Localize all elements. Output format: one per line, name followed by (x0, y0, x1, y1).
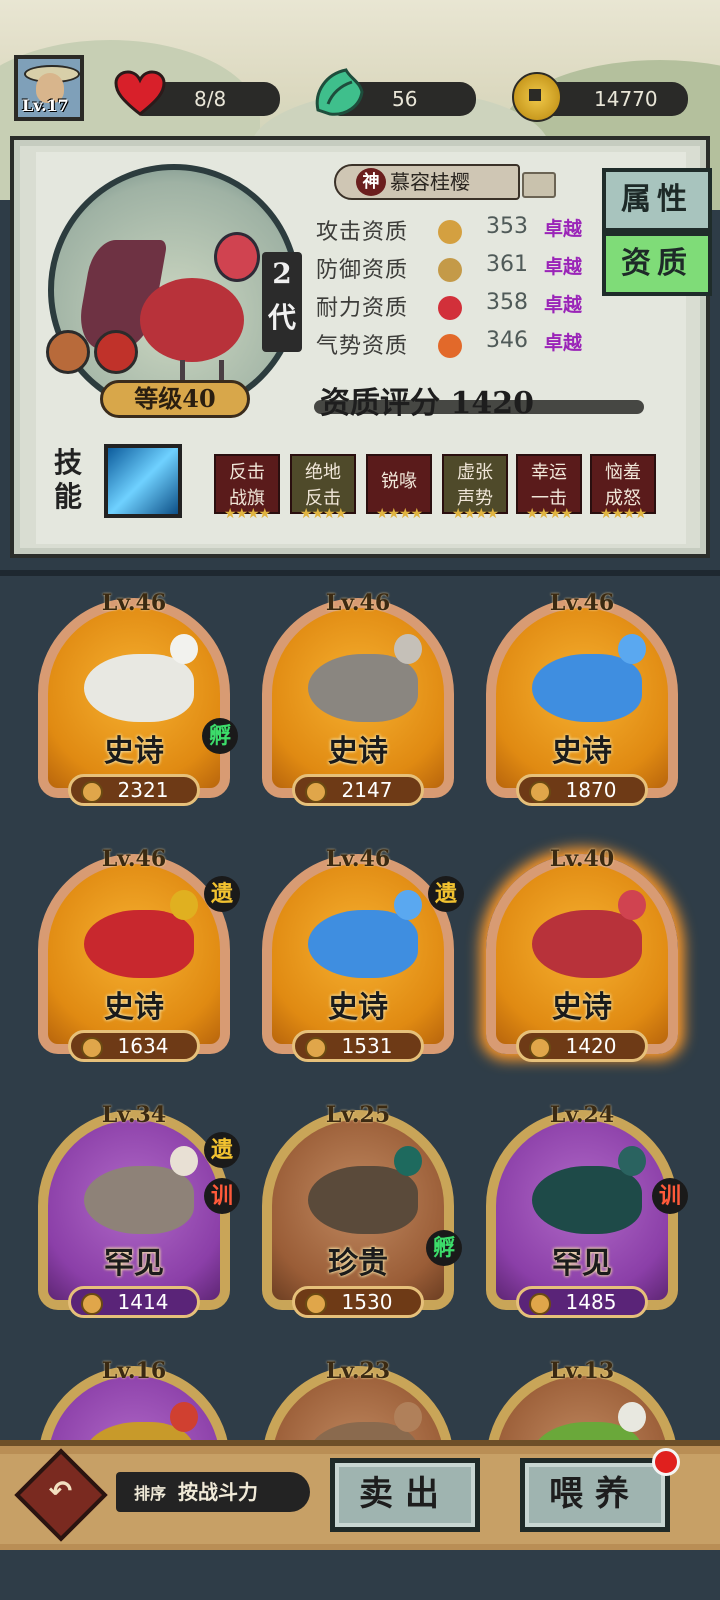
rooster-card[interactable]: Lv.34 罕见 1414 遗 训 (24, 1096, 244, 1336)
player-level: Lv.17 (22, 96, 69, 115)
attr-momentum: 气势资质 346 卓越 (316, 328, 583, 359)
coin-icon (512, 72, 562, 122)
skill-sharp-beak[interactable]: 锐喙 (366, 454, 432, 514)
stamina-icon (438, 296, 462, 320)
hatch-tag: 孵 (202, 718, 238, 754)
sell-button[interactable]: 卖出 (330, 1458, 480, 1532)
rooster-card[interactable]: Lv.24 罕见 1485 训 (472, 1096, 692, 1336)
trained-tag: 训 (204, 1178, 240, 1214)
rooster-card[interactable]: Lv.46 史诗 2321 孵 (24, 584, 244, 824)
aptitude-score: 资质评分 1420 (314, 378, 660, 422)
rooster-type-icon (46, 330, 90, 374)
attr-attack: 攻击资质 353 卓越 (316, 214, 583, 245)
hatch-tag: 孵 (426, 1230, 462, 1266)
power-value: 1530 (292, 1286, 424, 1318)
trained-tag: 训 (652, 1178, 688, 1214)
power-value: 1870 (516, 774, 648, 806)
legacy-tag: 遗 (428, 876, 464, 912)
rooster-fire-icon (94, 330, 138, 374)
power-value: 1420 (516, 1030, 648, 1062)
tab-aptitude[interactable]: 资质 (602, 232, 712, 296)
skill-stars: ★★★★ (375, 506, 423, 522)
skill-bluff[interactable]: 虚张 声势 (442, 454, 508, 514)
rooster-card[interactable]: Lv.46 史诗 2147 (248, 584, 468, 824)
heart-icon (114, 70, 166, 116)
generation-badge: 2代 (262, 252, 302, 352)
player-avatar[interactable]: Lv.17 (14, 55, 84, 121)
jade-energy-icon (315, 68, 364, 116)
skill-stars: ★★★★ (299, 506, 347, 522)
feed-button[interactable]: 喂养 (520, 1458, 670, 1532)
notification-dot (652, 1448, 680, 1476)
power-value: 1414 (68, 1286, 200, 1318)
sort-dropdown[interactable]: 排序 按战斗力 (116, 1472, 310, 1512)
skill-stars: ★★★★ (525, 506, 573, 522)
skills-label: 技能 (54, 446, 83, 513)
legacy-tag: 遗 (204, 876, 240, 912)
lock-icon[interactable] (522, 172, 556, 198)
rooster-card[interactable]: Lv.46 史诗 1634 遗 (24, 840, 244, 1080)
skill-lucky-strike[interactable]: 幸运 一击 (516, 454, 582, 514)
attack-icon (438, 220, 462, 244)
attr-stamina: 耐力资质 358 卓越 (316, 290, 583, 321)
skill-ice-icon[interactable] (104, 444, 182, 518)
defense-icon (438, 258, 462, 282)
sort-value: 按战斗力 (178, 1480, 259, 1504)
skill-stars: ★★★★ (223, 506, 271, 522)
skill-desperate-counter[interactable]: 绝地 反击 (290, 454, 356, 514)
hearts-value: 8/8 (194, 87, 227, 111)
energy-value: 56 (392, 87, 418, 111)
rooster-card[interactable]: Lv.25 珍贵 1530 孵 (248, 1096, 468, 1336)
rooster-level: 等级40 (100, 380, 250, 418)
skill-counter-flag[interactable]: 反击 战旗 (214, 454, 280, 514)
bottom-strip (0, 1550, 720, 1600)
rooster-card-selected[interactable]: Lv.40 史诗 1420 (472, 840, 692, 1080)
skill-stars: ★★★★ (599, 506, 647, 522)
momentum-icon (438, 334, 462, 358)
tab-attributes[interactable]: 属性 (602, 168, 712, 232)
god-tag: 神 (356, 168, 386, 196)
skill-stars: ★★★★ (451, 506, 499, 522)
rooster-card[interactable]: Lv.46 史诗 1870 (472, 584, 692, 824)
power-value: 1485 (516, 1286, 648, 1318)
rooster-card[interactable]: Lv.46 史诗 1531 遗 (248, 840, 468, 1080)
coins-value: 14770 (594, 87, 658, 111)
power-value: 2147 (292, 774, 424, 806)
power-value: 1634 (68, 1030, 200, 1062)
skill-rage[interactable]: 恼羞 成怒 (590, 454, 656, 514)
power-value: 1531 (292, 1030, 424, 1062)
power-value: 2321 (68, 774, 200, 806)
rooster-name: 慕容桂樱 (390, 170, 470, 194)
legacy-tag: 遗 (204, 1132, 240, 1168)
back-arrow-icon: ↶ (48, 1474, 73, 1508)
attr-defense: 防御资质 361 卓越 (316, 252, 583, 283)
